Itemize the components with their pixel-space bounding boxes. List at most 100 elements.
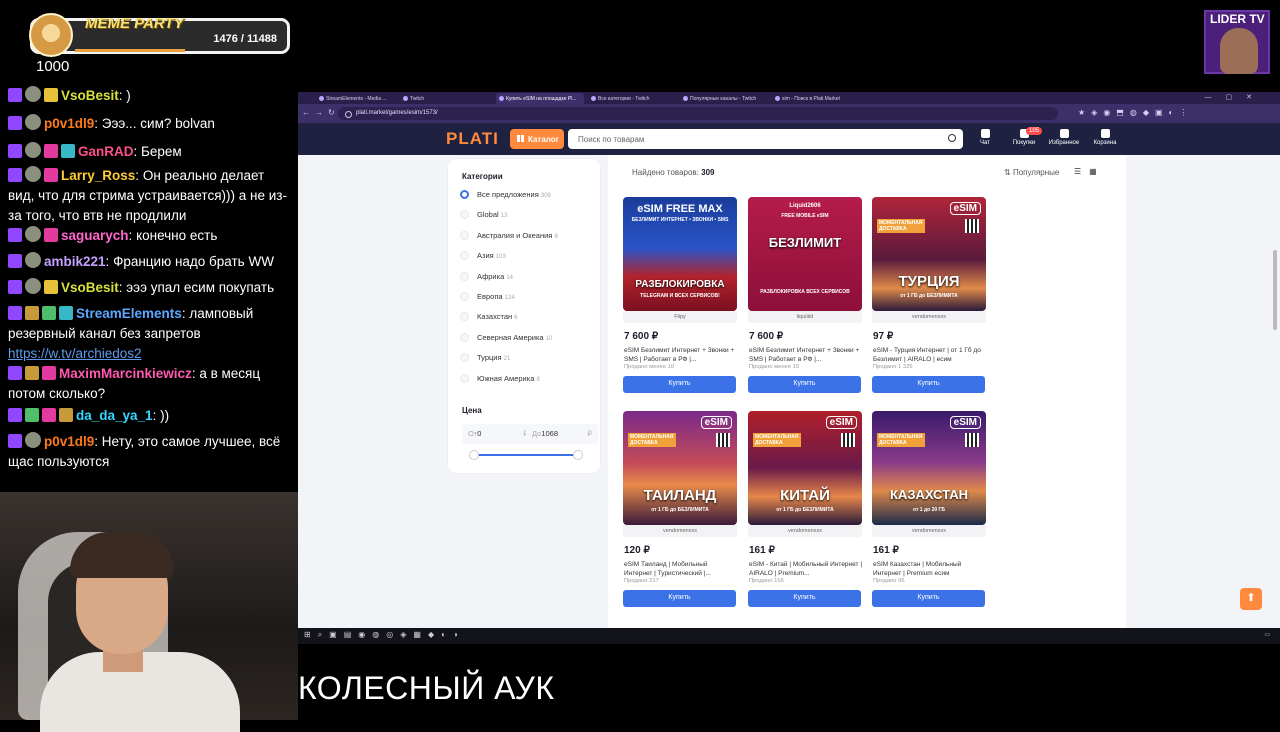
chat-username[interactable]: VsoBesit (61, 88, 119, 103)
extension-icons[interactable]: ★◈◉⬒◍◆▣◐⋮ (1078, 108, 1193, 117)
radio-icon[interactable] (460, 332, 469, 342)
product-title[interactable]: eSIM Казахстан | Мобильный Интернет | Pr… (873, 560, 986, 578)
radio-icon[interactable] (460, 373, 469, 383)
chat-message: p0v1dl9: Эээ... сим? bolvan (8, 114, 292, 134)
plati-logo[interactable]: PLATI (446, 129, 499, 149)
scroll-to-top-button[interactable]: ⬆ (1240, 588, 1262, 610)
buy-button[interactable]: Купить (872, 590, 985, 607)
chat-badge-icon (44, 280, 58, 294)
category-radio[interactable]: Африка 14 (460, 271, 513, 281)
category-radio[interactable]: Азия 103 (460, 251, 506, 261)
chat-username[interactable]: StreamElements (76, 306, 182, 321)
window-controls[interactable]: —▢✕ (1205, 93, 1266, 101)
category-radio[interactable]: Казахстан 6 (460, 312, 518, 322)
header-button-0[interactable]: Чат (965, 129, 1005, 146)
product-card[interactable]: eSIM FREE MAX БЕЗЛИМИТ ИНТЕРНЕТ • ЗВОНКИ … (623, 197, 737, 393)
price-range-slider[interactable] (470, 451, 582, 459)
buy-button[interactable]: Купить (623, 590, 736, 607)
browser-tab[interactable]: Купить eSIM на площадке Pl... (496, 93, 584, 104)
browser-tab[interactable]: sim - Поиск в Plati.Market (772, 93, 862, 104)
chat-badge-icon (8, 168, 22, 182)
buy-button[interactable]: Купить (872, 376, 985, 393)
doge-icon (29, 13, 73, 57)
category-radio[interactable]: Южная Америка 8 (460, 373, 540, 383)
header-button-3[interactable]: Корзина (1085, 129, 1125, 146)
browser-tab[interactable]: Популярные каналы - Twitch (680, 93, 768, 104)
seller-name[interactable]: Flipy (623, 311, 737, 323)
radio-icon[interactable] (460, 271, 469, 281)
chat-username[interactable]: Larry_Ross (61, 168, 135, 183)
radio-icon[interactable] (460, 251, 469, 261)
view-toggle[interactable]: ☰▦ (1074, 167, 1105, 176)
header-button-2[interactable]: Избранное (1044, 129, 1084, 146)
sold-count: Продано 1 325 (873, 364, 913, 370)
chat-username[interactable]: ambik221 (44, 254, 106, 269)
buy-button[interactable]: Купить (623, 376, 736, 393)
search-icon[interactable] (948, 134, 956, 142)
browser-tab[interactable]: Все категории - Twitch (588, 93, 676, 104)
price-to-input[interactable]: До1068 ₽ (526, 424, 598, 444)
search-input[interactable]: Поиск по товарам (568, 129, 963, 149)
chat-username[interactable]: GanRAD (78, 144, 134, 159)
product-card[interactable]: Liquid2606 FREE MOBILE eSIM БЕЗЛИМИТ РАЗБЛО… (748, 197, 862, 393)
chat-message: saguarych: конечно есть (8, 226, 292, 246)
category-radio[interactable]: Турция 21 (460, 353, 510, 363)
chat-username[interactable]: da_da_ya_1 (76, 408, 153, 423)
browser-tab[interactable]: StreamElements - Media ... (316, 93, 396, 104)
product-card[interactable]: eSIM МОМЕНТАЛЬНАЯ ДОСТАВКА ТАИЛАНД от 1 ГБ д… (623, 411, 737, 607)
chat-username[interactable]: MaximMarcinkiewicz (59, 366, 192, 381)
catalog-button[interactable]: Каталог (510, 129, 564, 149)
radio-icon[interactable] (460, 190, 469, 199)
chat-username[interactable]: saguarych (61, 228, 129, 243)
meme-party-title: MEME PARTY (85, 15, 184, 32)
product-card[interactable]: eSIM МОМЕНТАЛЬНАЯ ДОСТАВКА КИТАЙ от 1 ГБ до … (748, 411, 862, 607)
nav-buttons[interactable]: ←→↻ (302, 108, 340, 117)
product-card[interactable]: eSIM МОМЕНТАЛЬНАЯ ДОСТАВКА КАЗАХСТАН от 1 до… (872, 411, 986, 607)
product-image[interactable]: eSIM МОМЕНТАЛЬНАЯ ДОСТАВКА КАЗАХСТАН от 1 до… (872, 411, 986, 525)
product-image[interactable]: eSIM МОМЕНТАЛЬНАЯ ДОСТАВКА ТУРЦИЯ от 1 ГБ до… (872, 197, 986, 311)
seller-name[interactable]: vendomenxxx (623, 525, 737, 537)
buy-button[interactable]: Купить (748, 590, 861, 607)
product-title[interactable]: eSIM Безлимит Интернет + Звонки + SMS | … (749, 346, 862, 364)
seller-name[interactable]: liquiiiid (748, 311, 862, 323)
browser-tab[interactable]: Twitch (400, 93, 490, 104)
radio-icon[interactable] (460, 353, 469, 363)
product-image[interactable]: eSIM МОМЕНТАЛЬНАЯ ДОСТАВКА КИТАЙ от 1 ГБ до … (748, 411, 862, 525)
product-image-country: БЕЗЛИМИТ (768, 235, 842, 250)
buy-button[interactable]: Купить (748, 376, 861, 393)
product-title[interactable]: eSIM Безлимит Интернет + Звонки + SMS | … (624, 346, 737, 364)
product-image[interactable]: eSIM FREE MAX БЕЗЛИМИТ ИНТЕРНЕТ • ЗВОНКИ … (623, 197, 737, 311)
system-tray[interactable]: ▭ (1264, 631, 1270, 638)
header-button-label: Покупки (1012, 140, 1036, 146)
sort-dropdown[interactable]: ⇅ Популярные (1004, 168, 1059, 177)
page-scrollbar[interactable] (1273, 250, 1277, 330)
product-image[interactable]: eSIM МОМЕНТАЛЬНАЯ ДОСТАВКА ТАИЛАНД от 1 ГБ д… (623, 411, 737, 525)
chat-username[interactable]: p0v1dl9 (44, 434, 94, 449)
product-title[interactable]: eSIM - Китай | Мобильный Интернет | AIRA… (749, 560, 862, 578)
taskbar-icons[interactable]: ⊞⌕▣▤◉◍◎◈▦◆◐◑ (304, 630, 465, 640)
seller-name[interactable]: vendomenxxx (748, 525, 862, 537)
url-field[interactable]: plati.market/games/esim/1573/ (338, 107, 1058, 120)
radio-icon[interactable] (460, 210, 469, 220)
chat-link[interactable]: https://w.tv/archiedos2 (8, 346, 142, 361)
chat-text: )) (160, 408, 170, 423)
radio-icon[interactable] (460, 230, 469, 240)
chat-username[interactable]: VsoBesit (61, 280, 119, 295)
price-from-input[interactable]: От0 ₽ (462, 424, 534, 444)
product-title[interactable]: eSIM Таиланд | Мобильный Интернет | Тури… (624, 560, 737, 578)
category-radio[interactable]: Австралия и Океания 8 (460, 230, 558, 240)
product-title[interactable]: eSIM - Турция Интернет | от 1 Гб до Безл… (873, 346, 986, 364)
plati-logo-text: PLATI (446, 129, 499, 148)
category-radio[interactable]: Северная Америка 10 (460, 332, 552, 342)
category-radio[interactable]: Все предложения 309 (460, 190, 551, 199)
product-card[interactable]: eSIM МОМЕНТАЛЬНАЯ ДОСТАВКА ТУРЦИЯ от 1 ГБ до… (872, 197, 986, 393)
chat-badge-icon (25, 226, 41, 242)
chat-username[interactable]: p0v1dl9 (44, 116, 94, 131)
seller-name[interactable]: vendomenxxx (872, 525, 986, 537)
radio-icon[interactable] (460, 312, 469, 322)
seller-name[interactable]: vendomenxxx (872, 311, 986, 323)
product-image[interactable]: Liquid2606 FREE MOBILE eSIM БЕЗЛИМИТ РАЗБЛО… (748, 197, 862, 311)
radio-icon[interactable] (460, 292, 469, 301)
category-radio[interactable]: Global 13 (460, 210, 507, 220)
category-radio[interactable]: Европа 124 (460, 292, 515, 301)
